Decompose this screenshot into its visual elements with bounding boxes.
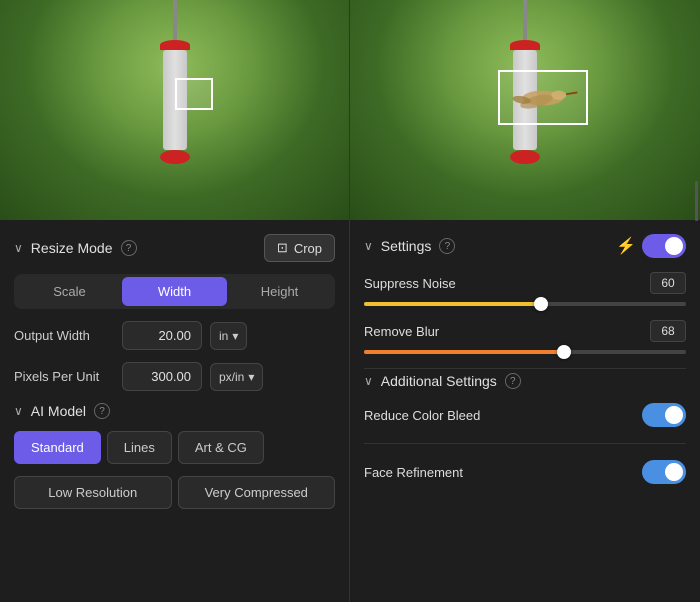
remove-blur-thumb[interactable] [557, 345, 571, 359]
suppress-noise-fill [364, 302, 541, 306]
remove-blur-track[interactable] [364, 350, 686, 354]
divider [364, 443, 686, 444]
model-compressed-btn[interactable]: Very Compressed [178, 476, 336, 509]
model-low-res-btn[interactable]: Low Resolution [14, 476, 172, 509]
remove-blur-value[interactable]: 68 [650, 320, 686, 342]
remove-blur-fill [364, 350, 564, 354]
crop-icon: ⊡ [277, 240, 288, 256]
face-refinement-knob [665, 463, 683, 481]
suppress-noise-value[interactable]: 60 [650, 272, 686, 294]
resize-mode-header: ∨ Resize Mode ? ⊡ Crop [14, 234, 335, 262]
additional-settings-title: Additional Settings [381, 373, 497, 389]
face-refinement-label: Face Refinement [364, 465, 463, 480]
scrollbar[interactable] [695, 181, 698, 221]
tab-width[interactable]: Width [122, 277, 227, 306]
right-controls: ∨ Settings ? ⚡ Suppress Noise 60 [350, 220, 700, 602]
reduce-color-bleed-label: Reduce Color Bleed [364, 408, 480, 423]
remove-blur-label: Remove Blur [364, 324, 439, 339]
tab-height[interactable]: Height [227, 277, 332, 306]
pixels-per-unit-input[interactable] [122, 362, 202, 391]
suppress-noise-thumb[interactable] [534, 297, 548, 311]
tab-scale[interactable]: Scale [17, 277, 122, 306]
pixels-per-unit-row: Pixels Per Unit px/in ▾ [14, 362, 335, 391]
dimension-tab-group: Scale Width Height [14, 274, 335, 309]
suppress-noise-section: Suppress Noise 60 [364, 272, 686, 306]
suppress-noise-header: Suppress Noise 60 [364, 272, 686, 294]
output-width-input[interactable] [122, 321, 202, 350]
crop-button[interactable]: ⊡ Crop [264, 234, 335, 262]
model-lines-btn[interactable]: Lines [107, 431, 172, 464]
additional-settings-help[interactable]: ? [505, 373, 521, 389]
ai-model-grid-row2: Low Resolution Very Compressed [14, 476, 335, 509]
ai-model-header: ∨ AI Model ? [14, 403, 335, 419]
output-width-unit[interactable]: in ▾ [210, 322, 247, 350]
left-image-area [0, 0, 349, 220]
output-width-label: Output Width [14, 328, 114, 343]
additional-chevron[interactable]: ∨ [364, 374, 373, 388]
right-image-bg [350, 0, 700, 220]
settings-toggle-knob [665, 237, 683, 255]
ppu-unit-chevron: ▾ [248, 370, 254, 384]
face-refinement-toggle[interactable] [642, 460, 686, 484]
resize-mode-chevron[interactable]: ∨ [14, 241, 23, 255]
settings-toggle-group: ⚡ [616, 234, 686, 258]
settings-chevron[interactable]: ∨ [364, 239, 373, 253]
settings-title: Settings [381, 238, 432, 254]
settings-toggle[interactable] [642, 234, 686, 258]
remove-blur-section: Remove Blur 68 [364, 320, 686, 354]
crop-label: Crop [294, 241, 322, 256]
left-panel: ∨ Resize Mode ? ⊡ Crop Scale Width Heigh… [0, 0, 350, 602]
left-selection-box [175, 78, 213, 110]
remove-blur-header: Remove Blur 68 [364, 320, 686, 342]
settings-help[interactable]: ? [439, 238, 455, 254]
suppress-noise-label: Suppress Noise [364, 276, 456, 291]
ai-model-chevron[interactable]: ∨ [14, 404, 23, 418]
reduce-color-bleed-row: Reduce Color Bleed [364, 403, 686, 427]
model-standard-btn[interactable]: Standard [14, 431, 101, 464]
unit-chevron: ▾ [232, 329, 238, 343]
reduce-color-bleed-toggle[interactable] [642, 403, 686, 427]
left-image-bg [0, 0, 349, 220]
pixels-per-unit-unit[interactable]: px/in ▾ [210, 363, 263, 391]
suppress-noise-track[interactable] [364, 302, 686, 306]
pixels-per-unit-label: Pixels Per Unit [14, 369, 114, 384]
settings-header: ∨ Settings ? ⚡ [364, 234, 686, 258]
bird-svg [500, 72, 586, 123]
reduce-color-bleed-knob [665, 406, 683, 424]
right-image-area [350, 0, 700, 220]
lightning-icon: ⚡ [616, 236, 636, 256]
ai-model-grid: Standard Lines Art & CG [14, 431, 335, 464]
face-refinement-row: Face Refinement [364, 460, 686, 484]
resize-mode-title: Resize Mode [31, 240, 113, 256]
output-width-row: Output Width in ▾ [14, 321, 335, 350]
additional-settings-header: ∨ Additional Settings ? [364, 368, 686, 389]
resize-mode-help[interactable]: ? [121, 240, 137, 256]
left-controls: ∨ Resize Mode ? ⊡ Crop Scale Width Heigh… [0, 220, 349, 602]
ai-model-help[interactable]: ? [94, 403, 110, 419]
ai-model-title: AI Model [31, 403, 86, 419]
right-panel: ∨ Settings ? ⚡ Suppress Noise 60 [350, 0, 700, 602]
right-selection-box [498, 70, 588, 125]
model-art-cg-btn[interactable]: Art & CG [178, 431, 264, 464]
